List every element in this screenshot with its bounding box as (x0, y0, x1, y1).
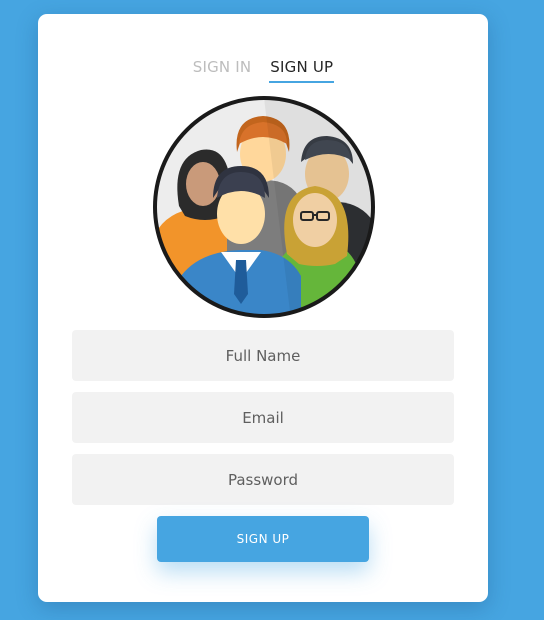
tab-sign-up[interactable]: SIGN UP (269, 58, 335, 83)
password-field[interactable] (72, 454, 454, 505)
full-name-field[interactable] (72, 330, 454, 381)
group-of-users-icon (153, 96, 375, 318)
sign-up-card: SIGN IN SIGN UP Full Name Email SIGN UP (38, 14, 488, 602)
auth-tabs: SIGN IN SIGN UP (38, 58, 488, 84)
tab-sign-in[interactable]: SIGN IN (192, 58, 253, 81)
email-field[interactable] (72, 392, 454, 443)
group-avatar (151, 94, 377, 320)
sign-up-button[interactable]: SIGN UP (157, 516, 369, 562)
